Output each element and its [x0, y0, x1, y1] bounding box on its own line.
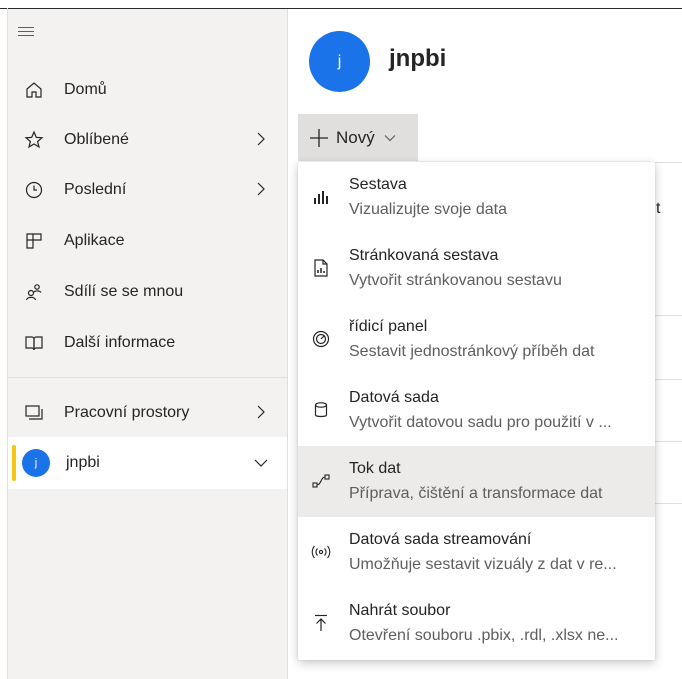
- content-divider: [655, 315, 682, 316]
- content-divider: [655, 441, 682, 442]
- chevron-down-icon: [383, 131, 397, 145]
- sidebar-item-shared[interactable]: Sdílí se se mnou: [8, 269, 287, 315]
- sidebar-item-label: Domů: [64, 81, 107, 98]
- chevron-right-icon: [253, 131, 269, 147]
- sidebar-item-label: Další informace: [64, 334, 176, 351]
- content-divider: [655, 162, 682, 163]
- sidebar-item-favorites[interactable]: Oblíbené: [8, 117, 287, 163]
- workspaces-icon: [22, 401, 46, 425]
- sidebar-item-label: Pracovní prostory: [64, 404, 190, 421]
- menu-item-description: Otevření souboru .pbix, .rdl, .xlsx ne..…: [349, 627, 619, 644]
- sidebar-item-label: Sdílí se se mnou: [64, 283, 184, 300]
- workspace-avatar-large: j: [309, 31, 370, 92]
- content-divider: [655, 503, 682, 504]
- new-item-dropdown-menu: Sestava Vizualizujte svoje data Stránkov…: [298, 162, 655, 660]
- app-window: Domů Oblíbené Poslední Aplikace Sdílí se…: [0, 0, 682, 679]
- database-icon: [309, 398, 333, 422]
- menu-item-dataflow[interactable]: Tok dat Příprava, čištění a transformace…: [298, 446, 655, 517]
- selection-indicator: [12, 445, 16, 481]
- new-button-label: Nový: [336, 127, 375, 147]
- sidebar-divider: [287, 9, 288, 679]
- menu-item-title: Nahrát soubor: [349, 602, 451, 619]
- upload-icon: [309, 611, 333, 635]
- menu-item-title: Datová sada: [349, 389, 439, 406]
- menu-item-description: Umožňuje sestavit vizuály z dat v re...: [349, 556, 617, 573]
- content-divider: [655, 379, 682, 380]
- workspace-avatar: j: [22, 449, 50, 477]
- page-title: jnpbi: [389, 45, 447, 72]
- menu-item-title: Stránkovaná sestava: [349, 247, 499, 264]
- chevron-right-icon: [253, 181, 269, 197]
- menu-item-description: Sestavit jednostránkový příběh dat: [349, 343, 595, 360]
- dataflow-icon: [309, 469, 333, 493]
- menu-item-title: Datová sada streamování: [349, 531, 532, 548]
- star-icon: [22, 128, 46, 152]
- new-button[interactable]: Nový: [298, 114, 418, 161]
- menu-item-description: Vytvořit stránkovanou sestavu: [349, 272, 562, 289]
- menu-item-dataset[interactable]: Datová sada Vytvořit datovou sadu pro po…: [298, 375, 655, 446]
- menu-item-report[interactable]: Sestava Vizualizujte svoje data: [298, 162, 655, 233]
- background-text-fragment: t: [656, 200, 661, 217]
- sidebar-item-label: Oblíbené: [64, 131, 129, 148]
- chevron-right-icon: [253, 404, 269, 420]
- shared-with-me-icon: [22, 280, 46, 304]
- menu-item-title: Sestava: [349, 176, 407, 193]
- menu-item-title: řídicí panel: [349, 318, 428, 335]
- menu-item-title: Tok dat: [349, 460, 401, 477]
- book-icon: [22, 331, 46, 355]
- sidebar-item-label: Poslední: [64, 181, 127, 198]
- sidebar-item-learn[interactable]: Další informace: [8, 320, 287, 366]
- sidebar-item-home[interactable]: Domů: [8, 67, 287, 113]
- menu-item-description: Příprava, čištění a transformace dat: [349, 485, 603, 502]
- sidebar-item-apps[interactable]: Aplikace: [8, 218, 287, 264]
- paginated-report-icon: [309, 256, 333, 280]
- sidebar-section-divider: [8, 377, 287, 378]
- menu-item-streaming-dataset[interactable]: Datová sada streamování Umožňuje sestavi…: [298, 517, 655, 588]
- hamburger-menu-icon[interactable]: [18, 24, 40, 42]
- plus-icon: [308, 127, 330, 149]
- sidebar-item-label: Aplikace: [64, 232, 125, 249]
- dashboard-gauge-icon: [309, 327, 333, 351]
- menu-item-description: Vytvořit datovou sadu pro použití v ...: [349, 414, 612, 431]
- streaming-icon: [309, 540, 333, 564]
- sidebar-item-workspaces[interactable]: Pracovní prostory: [8, 390, 287, 436]
- clock-icon: [22, 178, 46, 202]
- menu-item-paginated-report[interactable]: Stránkovaná sestava Vytvořit stránkovano…: [298, 233, 655, 304]
- home-icon: [22, 78, 46, 102]
- chevron-down-icon[interactable]: [253, 455, 269, 471]
- workspace-label: jnpbi: [66, 454, 100, 471]
- menu-item-dashboard[interactable]: řídicí panel Sestavit jednostránkový pří…: [298, 304, 655, 375]
- sidebar-item-current-workspace[interactable]: j jnpbi: [8, 437, 287, 489]
- menu-item-upload-file[interactable]: Nahrát soubor Otevření souboru .pbix, .r…: [298, 588, 655, 659]
- menu-item-description: Vizualizujte svoje data: [349, 201, 508, 218]
- apps-icon: [22, 229, 46, 253]
- bar-chart-icon: [309, 185, 333, 209]
- sidebar-item-recent[interactable]: Poslední: [8, 167, 287, 213]
